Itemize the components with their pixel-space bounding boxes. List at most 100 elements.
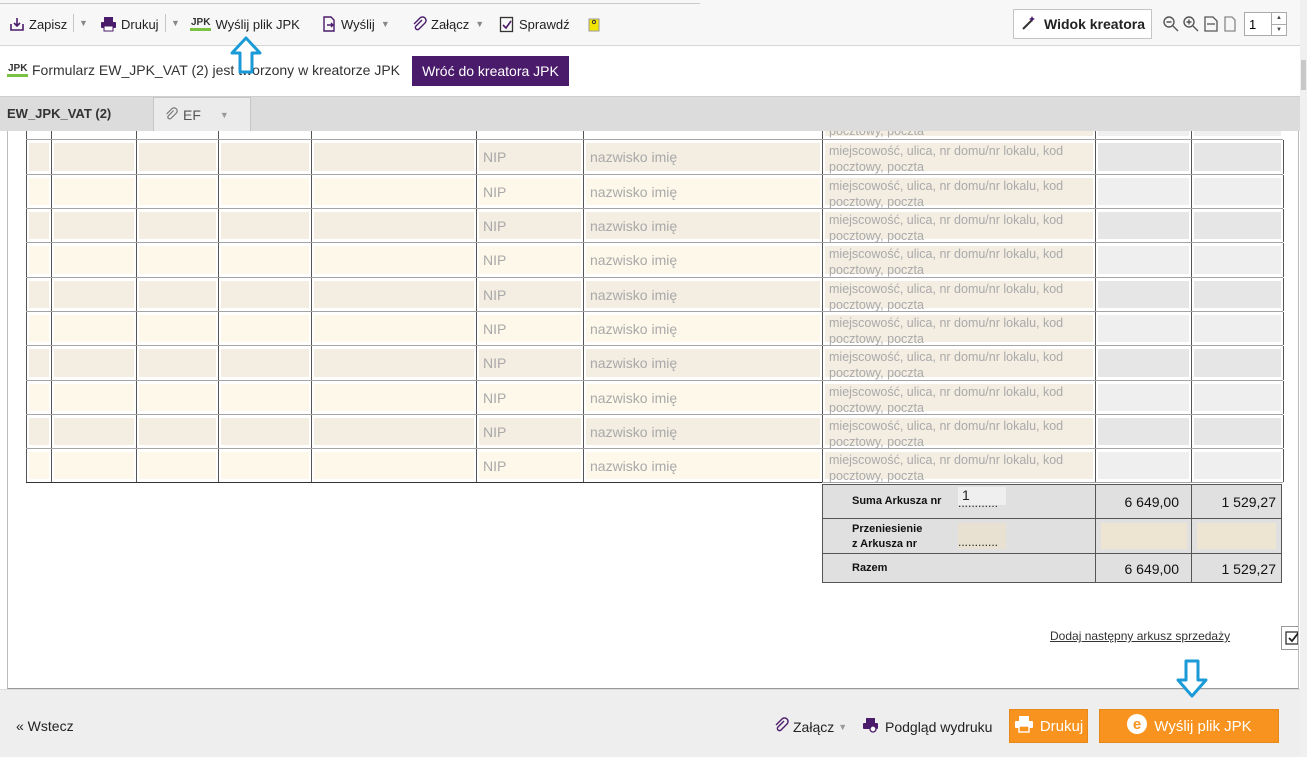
input-field[interactable]: [221, 418, 309, 445]
input-field[interactable]: [1098, 143, 1189, 171]
save-caret-icon[interactable]: ▼: [79, 18, 88, 28]
input-field[interactable]: [29, 246, 49, 274]
add-next-sheet-link[interactable]: Dodaj następny arkusz sprzedaży: [1050, 629, 1230, 643]
save-button[interactable]: Zapisz: [8, 14, 67, 34]
input-field[interactable]: [29, 384, 49, 411]
check-button[interactable]: Sprawdź: [498, 14, 570, 34]
input-field[interactable]: [1098, 315, 1189, 342]
input-field[interactable]: [314, 281, 474, 308]
input-field[interactable]: [221, 246, 309, 274]
print-caret-icon[interactable]: ▼: [171, 18, 180, 28]
input-field[interactable]: [1098, 281, 1189, 308]
input-field[interactable]: [54, 384, 134, 411]
input-field[interactable]: [314, 315, 474, 342]
input-field[interactable]: [29, 143, 49, 171]
zoom-out-icon[interactable]: [1161, 14, 1181, 34]
spin-down-icon[interactable]: ▼: [1272, 25, 1286, 36]
input-field[interactable]: [29, 178, 49, 205]
transfer-value-2-field[interactable]: [1197, 523, 1276, 549]
input-field[interactable]: [1194, 315, 1281, 342]
print-bottom-button[interactable]: Drukuj: [1009, 709, 1088, 743]
input-field[interactable]: [1194, 452, 1281, 479]
input-field[interactable]: [221, 212, 309, 239]
input-field[interactable]: [54, 246, 134, 274]
input-field[interactable]: [1194, 281, 1281, 308]
input-field[interactable]: [1098, 212, 1189, 239]
input-field[interactable]: [139, 212, 216, 239]
add-sheet-checkbox[interactable]: [1281, 626, 1298, 650]
input-field[interactable]: [29, 281, 49, 308]
input-field[interactable]: [29, 315, 49, 342]
input-field[interactable]: [54, 212, 134, 239]
input-field[interactable]: [1194, 246, 1281, 274]
input-field[interactable]: [1098, 131, 1189, 136]
input-field[interactable]: [54, 452, 134, 479]
input-field[interactable]: [221, 452, 309, 479]
zoom-in-icon[interactable]: [1181, 14, 1201, 34]
page-icon[interactable]: [1220, 14, 1240, 34]
input-field[interactable]: [54, 143, 134, 171]
input-field[interactable]: [54, 315, 134, 342]
input-field[interactable]: [139, 178, 216, 205]
input-field[interactable]: [54, 281, 134, 308]
input-field[interactable]: [1194, 384, 1281, 411]
input-field[interactable]: [1194, 349, 1281, 377]
print-preview-button[interactable]: Podgląd wydruku: [862, 717, 992, 736]
input-field[interactable]: [221, 281, 309, 308]
input-field[interactable]: [139, 281, 216, 308]
input-field[interactable]: [1194, 418, 1281, 445]
input-field[interactable]: [1098, 452, 1189, 479]
input-field[interactable]: [1194, 178, 1281, 205]
input-field[interactable]: [1098, 246, 1189, 274]
input-field[interactable]: [29, 212, 49, 239]
tab-ew-jpk-vat[interactable]: EW_JPK_VAT (2): [7, 106, 111, 121]
vertical-scrollbar[interactable]: [1300, 0, 1307, 757]
input-field[interactable]: [139, 246, 216, 274]
input-field[interactable]: [221, 384, 309, 411]
input-field[interactable]: [1098, 418, 1189, 445]
input-field[interactable]: [29, 349, 49, 377]
input-field[interactable]: [314, 143, 474, 171]
input-field[interactable]: [314, 452, 474, 479]
input-field[interactable]: [221, 315, 309, 342]
send-jpk-bottom-button[interactable]: e Wyślij plik JPK: [1099, 709, 1279, 743]
send-jpk-button[interactable]: JPK Wyślij plik JPK: [190, 14, 300, 34]
tab-ef[interactable]: EF ▼: [153, 97, 251, 132]
page-spinner[interactable]: ▲ ▼: [1271, 13, 1286, 35]
input-field[interactable]: [314, 212, 474, 239]
input-field[interactable]: [139, 315, 216, 342]
note-button[interactable]: [585, 14, 602, 34]
attach-bottom-button[interactable]: Załącz ▼: [773, 717, 847, 736]
input-field[interactable]: [221, 349, 309, 377]
input-field[interactable]: [314, 384, 474, 411]
input-field[interactable]: [1098, 349, 1189, 377]
print-button[interactable]: Drukuj: [100, 14, 159, 34]
input-field[interactable]: [314, 178, 474, 205]
page-number-input[interactable]: [1245, 13, 1271, 35]
input-field[interactable]: [29, 418, 49, 445]
input-field[interactable]: [139, 418, 216, 445]
input-field[interactable]: [54, 178, 134, 205]
send-button[interactable]: Wyślij ▼: [320, 14, 390, 34]
input-field[interactable]: [54, 349, 134, 377]
transfer-value-1-field[interactable]: [1101, 523, 1187, 549]
page-number-field[interactable]: ▲ ▼: [1244, 12, 1287, 36]
input-field[interactable]: [314, 349, 474, 377]
spin-up-icon[interactable]: ▲: [1272, 13, 1286, 25]
input-field[interactable]: [1098, 384, 1189, 411]
input-field[interactable]: [1194, 131, 1281, 136]
back-button[interactable]: « Wstecz: [16, 718, 74, 734]
input-field[interactable]: [139, 452, 216, 479]
input-field[interactable]: [139, 384, 216, 411]
input-field[interactable]: [221, 143, 309, 171]
input-field[interactable]: [314, 418, 474, 445]
creator-view-button[interactable]: Widok kreatora: [1013, 9, 1152, 39]
attach-button[interactable]: Załącz ▼: [410, 14, 484, 34]
input-field[interactable]: [1194, 143, 1281, 171]
input-field[interactable]: [29, 452, 49, 479]
input-field[interactable]: [139, 349, 216, 377]
fit-page-icon[interactable]: [1201, 14, 1221, 34]
input-field[interactable]: [54, 418, 134, 445]
input-field[interactable]: [314, 246, 474, 274]
input-field[interactable]: [1098, 178, 1189, 205]
